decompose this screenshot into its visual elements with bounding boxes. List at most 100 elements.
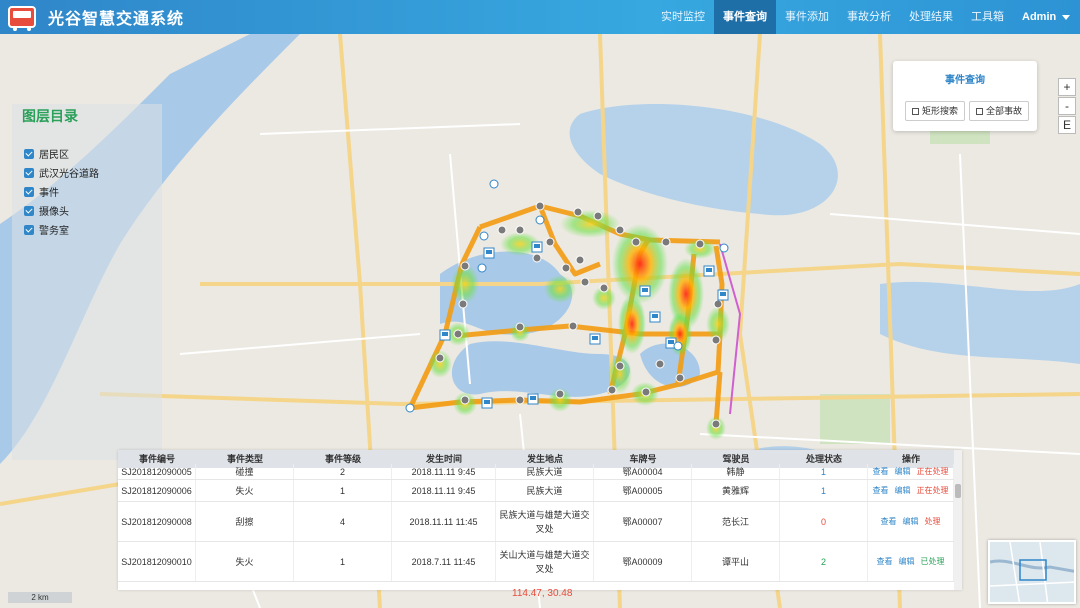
layer-label: 事件 (39, 188, 59, 199)
view-link[interactable]: 查看 (881, 515, 897, 529)
rectangle-icon (912, 108, 919, 115)
main-nav: 实时监控 事件查询 事件添加 事故分析 处理结果 工具箱 (652, 0, 1013, 34)
nav-event-query[interactable]: 事件查询 (714, 0, 776, 34)
cell-level: 2 (294, 464, 392, 479)
layer-label: 武汉光谷道路 (39, 169, 99, 180)
nav-results[interactable]: 处理结果 (900, 0, 962, 34)
row-actions: 查看 编辑 已处理 (877, 555, 945, 569)
layer-label: 居民区 (39, 150, 69, 161)
layer-residential[interactable]: 居民区 (24, 146, 69, 161)
cell-time: 2018.7.11 11:45 (392, 542, 496, 581)
event-query-panel: 事件查询 矩形搜索 全部事故 (893, 61, 1037, 131)
cell-plate: 鄂A00009 (594, 542, 692, 581)
cell-driver: 范长江 (692, 502, 780, 541)
layer-cameras[interactable]: 摄像头 (24, 203, 69, 218)
rect-search-button[interactable]: 矩形搜索 (905, 101, 966, 121)
caret-down-icon (1062, 14, 1071, 20)
cell-status: 2 (780, 542, 868, 581)
edit-link[interactable]: 编辑 (903, 515, 919, 529)
view-link[interactable]: 查看 (873, 484, 889, 498)
view-link[interactable]: 查看 (873, 465, 889, 479)
zoom-in-button[interactable]: + (1058, 78, 1076, 96)
cell-status: 1 (780, 464, 868, 479)
nav-toolbox[interactable]: 工具箱 (962, 0, 1013, 34)
table-row[interactable]: SJ201812090008 刮擦 4 2018.11.11 11:45 民族大道与雄楚… (118, 502, 954, 542)
layer-events[interactable]: 事件 (24, 184, 59, 199)
event-query-title: 事件查询 (945, 75, 985, 86)
cell-level: 4 (294, 502, 392, 541)
user-menu[interactable]: Admin (1022, 0, 1071, 34)
cell-level: 1 (294, 542, 392, 581)
app-title: 光谷智慧交通系统 (48, 11, 185, 28)
scrollbar-thumb[interactable] (955, 484, 961, 498)
process-link[interactable]: 处理 (925, 515, 941, 529)
nav-event-add[interactable]: 事件添加 (776, 0, 838, 34)
checkbox-checked-icon[interactable] (24, 186, 34, 197)
cell-driver: 谭平山 (692, 542, 780, 581)
process-link[interactable]: 正在处理 (917, 465, 949, 479)
nav-accident-analysis[interactable]: 事故分析 (838, 0, 900, 34)
cell-type: 碰撞 (196, 464, 294, 479)
cell-driver: 黄雅辉 (692, 480, 780, 501)
row-actions: 查看 编辑 正在处理 (873, 465, 949, 479)
table-scrollbar[interactable] (954, 450, 962, 590)
table-row[interactable]: SJ201812090010 失火 1 2018.7.11 11:45 关山大道与雄楚大… (118, 542, 954, 582)
row-actions: 查看 编辑 正在处理 (873, 484, 949, 498)
nav-realtime-monitor[interactable]: 实时监控 (652, 0, 714, 34)
event-table: 事件编号 事件类型 事件等级 发生时间 发生地点 车牌号 驾驶员 处理状态 操作… (118, 450, 962, 590)
rectangle-icon (976, 108, 983, 115)
cell-id: SJ201812090006 (118, 480, 196, 501)
cell-place: 民族大道 (496, 480, 594, 501)
cell-type: 失火 (196, 480, 294, 501)
process-link[interactable]: 正在处理 (917, 484, 949, 498)
rect-search-label: 矩形搜索 (922, 106, 959, 116)
user-name: Admin (1022, 11, 1057, 23)
cell-actions: 查看 编辑 正在处理 (868, 464, 954, 479)
cell-place: 民族大道 (496, 464, 594, 479)
row-actions: 查看 编辑 处理 (881, 515, 941, 529)
cell-status: 1 (780, 480, 868, 501)
edit-link[interactable]: 编辑 (895, 465, 911, 479)
edit-link[interactable]: 编辑 (895, 484, 911, 498)
lake (569, 104, 838, 216)
all-accidents-label: 全部事故 (986, 106, 1023, 116)
cell-status: 0 (780, 502, 868, 541)
view-link[interactable]: 查看 (877, 555, 893, 569)
overview-minimap[interactable] (988, 540, 1076, 604)
cell-actions: 查看 编辑 处理 (868, 502, 954, 541)
cell-place: 关山大道与雄楚大道交叉处 (496, 542, 594, 581)
cell-level: 1 (294, 480, 392, 501)
bus-logo-icon (8, 6, 36, 31)
checkbox-checked-icon[interactable] (24, 167, 34, 178)
layer-panel: 图层目录 居民区 武汉光谷道路 事件 摄像头 警务室 (12, 104, 162, 460)
layer-panel-title: 图层目录 (22, 108, 78, 124)
app-header: 光谷智慧交通系统 实时监控 事件查询 事件添加 事故分析 处理结果 工具箱 Ad… (0, 0, 1080, 34)
lake (880, 281, 1080, 364)
cell-time: 2018.11.11 9:45 (392, 464, 496, 479)
layer-label: 摄像头 (39, 207, 69, 218)
zoom-out-button[interactable]: - (1058, 97, 1076, 115)
checkbox-checked-icon[interactable] (24, 148, 34, 159)
layer-roads[interactable]: 武汉光谷道路 (24, 165, 99, 180)
layer-label: 警务室 (39, 226, 69, 237)
cell-plate: 鄂A00007 (594, 502, 692, 541)
process-link[interactable]: 已处理 (921, 555, 945, 569)
checkbox-checked-icon[interactable] (24, 224, 34, 235)
table-row[interactable]: SJ201812090005 碰撞 2 2018.11.11 9:45 民族大道 鄂A00… (118, 464, 954, 480)
cell-plate: 鄂A00005 (594, 480, 692, 501)
cell-type: 刮擦 (196, 502, 294, 541)
zoom-extent-button[interactable]: E (1058, 116, 1076, 134)
scale-bar: 2 km (8, 592, 72, 603)
edit-link[interactable]: 编辑 (899, 555, 915, 569)
cell-place: 民族大道与雄楚大道交叉处 (496, 502, 594, 541)
layer-police[interactable]: 警务室 (24, 222, 69, 237)
cell-id: SJ201812090010 (118, 542, 196, 581)
minimap-canvas (990, 542, 1074, 602)
coordinate-readout: 114.47, 30.48 (512, 588, 573, 599)
cell-time: 2018.11.11 9:45 (392, 480, 496, 501)
lake (451, 341, 630, 397)
table-row[interactable]: SJ201812090006 失火 1 2018.11.11 9:45 民族大道 鄂A00… (118, 480, 954, 502)
checkbox-checked-icon[interactable] (24, 205, 34, 216)
all-accidents-button[interactable]: 全部事故 (969, 101, 1030, 121)
cell-actions: 查看 编辑 已处理 (868, 542, 954, 581)
